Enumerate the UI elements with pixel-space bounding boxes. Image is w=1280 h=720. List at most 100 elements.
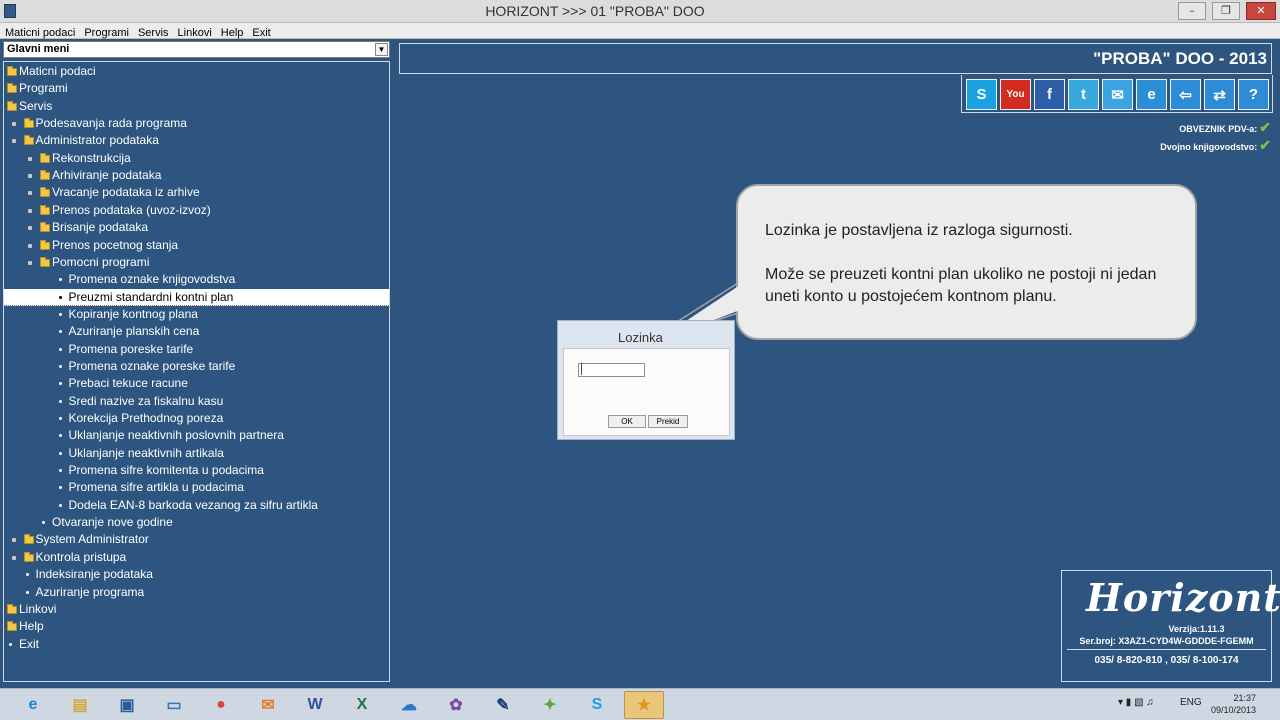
youtube-icon[interactable]: You	[1000, 79, 1031, 110]
tree-item[interactable]: Otvaranje nove godine	[4, 514, 389, 531]
facebook-icon[interactable]: f	[1034, 79, 1065, 110]
tree-item[interactable]: Promena oznake knjigovodstva	[4, 271, 389, 288]
maximize-button[interactable]: ❐	[1212, 2, 1240, 20]
tree-item-label: Sredi nazive za fiskalnu kasu	[68, 393, 224, 408]
expand-icon[interactable]	[28, 208, 32, 213]
pen-icon[interactable]: ✎	[483, 691, 523, 719]
bullet-icon	[25, 590, 29, 594]
expand-icon[interactable]	[28, 174, 32, 179]
tray-icons[interactable]: ▾ ▮ ▧ ♫	[1118, 697, 1154, 708]
tree-item[interactable]: Podesavanja rada programa	[4, 115, 389, 132]
tree-item[interactable]: Pomocni programi	[4, 254, 389, 271]
menu-servis[interactable]: Servis	[133, 25, 173, 40]
back-arrow-icon[interactable]: ⇦	[1170, 79, 1201, 110]
tree-item[interactable]: Prenos podataka (uvoz-izvoz)	[4, 202, 389, 219]
tree-item[interactable]: Promena oznake poreske tarife	[4, 358, 389, 375]
clock[interactable]: 21:37 09/10/2013	[1211, 692, 1256, 716]
expand-icon[interactable]	[11, 555, 16, 560]
expand-icon[interactable]	[28, 156, 32, 161]
bullet-icon	[58, 347, 62, 351]
twitter-icon[interactable]: t	[1068, 79, 1099, 110]
menu-maticni-podaci[interactable]: Maticni podaci	[0, 25, 79, 40]
expand-icon[interactable]	[11, 538, 16, 543]
callout-line-2: Može se preuzeti kontni plan ukoliko ne …	[765, 266, 1157, 305]
tree-item[interactable]: Kopiranje kontnog plana	[4, 306, 389, 323]
tree-item[interactable]: Korekcija Prethodnog poreza	[4, 410, 389, 427]
skype-taskbar-icon[interactable]: S	[577, 691, 617, 719]
menu-exit[interactable]: Exit	[247, 25, 274, 40]
tree-item[interactable]: Prenos pocetnog stanja	[4, 237, 389, 254]
tree-item[interactable]: Promena poreske tarife	[4, 341, 389, 358]
tree-item[interactable]: Prebaci tekuce racune	[4, 375, 389, 392]
tree-item[interactable]: Preuzmi standardni kontni plan	[4, 288, 389, 306]
tree-item[interactable]: Administrator podataka	[4, 132, 389, 149]
tree-item[interactable]: System Administrator	[4, 531, 389, 548]
tree-item[interactable]: Linkovi	[4, 601, 389, 618]
mail-app-icon[interactable]: ✉	[248, 691, 288, 719]
language-indicator[interactable]: ENG	[1180, 697, 1202, 708]
flag-row: Dvojno knjigovodstvo: ✔	[1160, 137, 1271, 154]
tree-item[interactable]: Servis	[4, 98, 389, 115]
menu-help[interactable]: Help	[216, 25, 248, 40]
tool-icon[interactable]: ✿	[436, 691, 476, 719]
picasa-icon[interactable]: ✦	[530, 691, 570, 719]
expand-icon[interactable]	[11, 139, 16, 144]
tree-item[interactable]: Promena sifre komitenta u podacima	[4, 462, 389, 479]
horizont-app-icon[interactable]: ★	[624, 691, 664, 719]
tree-item[interactable]: Promena sifre artikla u podacima	[4, 479, 389, 496]
tree-item[interactable]: Azuriranje planskih cena	[4, 323, 389, 340]
tree-item[interactable]: Exit	[4, 636, 389, 653]
tree-item[interactable]: Sredi nazive za fiskalnu kasu	[4, 393, 389, 410]
close-button[interactable]: ✕	[1246, 2, 1276, 20]
expand-icon[interactable]	[11, 122, 16, 127]
tree-item-label: Indeksiranje podataka	[35, 567, 153, 582]
check-icon: ✔	[1259, 137, 1271, 153]
password-dialog: Lozinka │ OK Prekid	[557, 320, 735, 440]
tree-item-label: Programi	[19, 81, 68, 96]
folder-icon	[23, 135, 34, 146]
tree-item[interactable]: Brisanje podataka	[4, 219, 389, 236]
swap-arrows-icon[interactable]: ⇄	[1204, 79, 1235, 110]
ok-button[interactable]: OK	[608, 415, 646, 428]
dialog-title: Lozinka	[618, 330, 663, 345]
internet-explorer-icon[interactable]: e	[1136, 79, 1167, 110]
tree-item[interactable]: Kontrola pristupa	[4, 549, 389, 566]
tree-item[interactable]: Arhiviranje podataka	[4, 167, 389, 184]
tree-item-label: Prebaci tekuce racune	[68, 376, 188, 391]
main-menu-select[interactable]: Glavni meni ▼	[3, 41, 390, 58]
internet-explorer-icon[interactable]: e	[13, 691, 53, 719]
tree-item[interactable]: Dodela EAN-8 barkoda vezanog za sifru ar…	[4, 497, 389, 514]
excel-icon[interactable]: X	[342, 691, 382, 719]
expand-icon[interactable]	[28, 191, 32, 196]
help-icon[interactable]: ?	[1238, 79, 1269, 110]
skype-icon[interactable]: S	[966, 79, 997, 110]
chevron-down-icon[interactable]: ▼	[375, 43, 388, 56]
tree-item[interactable]: Uklanjanje neaktivnih poslovnih partnera	[4, 427, 389, 444]
tree-item[interactable]: Help	[4, 618, 389, 635]
tree-item[interactable]: Uklanjanje neaktivnih artikala	[4, 445, 389, 462]
menu-bar: Maticni podaci Programi Servis Linkovi Help E…	[0, 23, 1280, 39]
expand-icon[interactable]	[28, 226, 32, 231]
minimize-button[interactable]: –	[1178, 2, 1206, 20]
tree-item[interactable]: Vracanje podataka iz arhive	[4, 184, 389, 201]
tree-item[interactable]: Programi	[4, 80, 389, 97]
password-input[interactable]: │	[578, 363, 645, 377]
tree-item[interactable]: Maticni podaci	[4, 63, 389, 80]
expand-icon[interactable]	[28, 243, 32, 248]
tree-item[interactable]: Indeksiranje podataka	[4, 566, 389, 583]
word-icon[interactable]: W	[295, 691, 335, 719]
tree-item[interactable]: Rekonstrukcija	[4, 150, 389, 167]
chrome-icon[interactable]: ●	[201, 691, 241, 719]
file-explorer-icon[interactable]: ▤	[60, 691, 100, 719]
folder-icon	[40, 204, 50, 215]
onedrive-icon[interactable]: ☁	[389, 691, 429, 719]
remote-app-icon[interactable]: ▭	[154, 691, 194, 719]
menu-linkovi[interactable]: Linkovi	[173, 25, 216, 40]
menu-programi[interactable]: Programi	[79, 25, 133, 40]
cancel-button[interactable]: Prekid	[648, 415, 688, 428]
tree-item-label: Dodela EAN-8 barkoda vezanog za sifru ar…	[68, 497, 318, 512]
mail-icon[interactable]: ✉	[1102, 79, 1133, 110]
remote-desktop-icon[interactable]: ▣	[107, 691, 147, 719]
tree-item[interactable]: Azuriranje programa	[4, 584, 389, 601]
expand-icon[interactable]	[28, 260, 32, 265]
